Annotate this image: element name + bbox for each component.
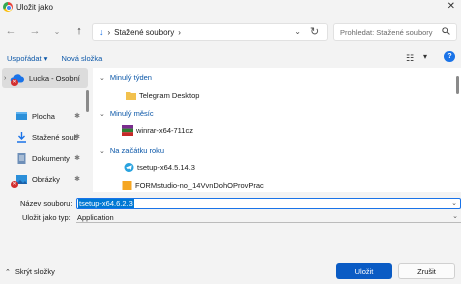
pin-icon[interactable]: ✱ [74, 112, 80, 120]
hide-folders-label: Skrýt složky [14, 267, 55, 276]
list-item[interactable]: winrar-x64-711cz [122, 125, 193, 136]
breadcrumb-downloads[interactable]: Stažené soubory [114, 28, 174, 37]
breadcrumb-chevron-icon[interactable]: › [108, 28, 111, 37]
close-icon[interactable]: ✕ [447, 1, 455, 12]
sidebar-item-pictures[interactable]: ✕ Obrázky ✱ [2, 169, 88, 189]
expand-chevron-icon[interactable]: › [4, 75, 6, 82]
sidebar-item-downloads[interactable]: Stažené soub ✱ [2, 127, 88, 147]
file-type-dropdown-icon[interactable]: ⌄ [452, 212, 458, 220]
winrar-archive-icon [122, 125, 133, 136]
sidebar-item-label: Plocha [32, 111, 55, 121]
group-header-last-week[interactable]: ⌄ Minulý týden [99, 73, 152, 82]
address-dropdown-icon[interactable]: ⌄ [294, 27, 301, 36]
pin-icon[interactable]: ✱ [74, 175, 80, 183]
navigation-pane: › ✕ Lucka - Osobní Plocha ✱ Stažené soub… [0, 68, 90, 192]
search-icon [442, 27, 450, 35]
error-badge-icon: ✕ [11, 181, 18, 188]
up-arrow-icon[interactable]: ↑ [71, 23, 87, 39]
help-icon[interactable]: ? [444, 51, 455, 62]
search-placeholder: Prohledat: Stažené soubory [340, 27, 433, 37]
recent-chevron-icon[interactable]: ⌄ [49, 23, 65, 39]
filename-dropdown-icon[interactable]: ⌄ [451, 199, 457, 207]
view-options-icon[interactable]: ☷ [406, 53, 414, 64]
save-button[interactable]: Uložit [336, 263, 392, 279]
organize-button[interactable]: Uspořádat ▾ [7, 54, 47, 63]
collapse-chevron-icon[interactable]: ⌄ [99, 74, 105, 82]
file-type-label: Uložit jako typ: [22, 213, 71, 222]
search-input[interactable]: Prohledat: Stažené soubory [333, 23, 457, 41]
sidebar-item-label: Dokumenty [32, 153, 70, 163]
error-badge-icon: ✕ [11, 79, 18, 86]
desktop-icon [16, 111, 27, 120]
hide-folders-toggle[interactable]: ⌃ Skrýt složky [5, 267, 55, 276]
sidebar-item-onedrive[interactable]: › ✕ Lucka - Osobní [2, 68, 88, 88]
download-arrow-icon: ↓ [99, 27, 104, 37]
breadcrumb-chevron-icon[interactable]: › [178, 28, 181, 37]
document-icon [17, 152, 26, 164]
sidebar-item-label: Lucka - Osobní [29, 73, 80, 83]
sidebar-item-documents[interactable]: Dokumenty ✱ [2, 148, 88, 168]
view-dropdown-icon[interactable]: ▾ [423, 52, 427, 61]
sidebar-item-label: Obrázky [32, 174, 60, 184]
filename-field[interactable]: tsetup-x64.6.2.3 ⌄ [76, 198, 461, 209]
chevron-up-icon: ⌃ [5, 268, 11, 276]
command-toolbar: Uspořádat ▾ Nová složka ☷ ▾ ? [0, 48, 461, 68]
filename-label: Název souboru: [20, 199, 73, 208]
filename-value[interactable]: tsetup-x64.6.2.3 [78, 199, 134, 208]
back-arrow-icon[interactable]: ← [3, 23, 19, 39]
address-bar[interactable]: ↓ › Stažené soubory › ⌄ [92, 23, 328, 41]
chrome-app-icon [3, 2, 13, 12]
sidebar-item-label: Stažené soub [32, 132, 78, 142]
collapse-chevron-icon[interactable]: ⌄ [99, 110, 105, 118]
window-title: Uložit jako [16, 2, 53, 12]
telegram-icon [124, 163, 134, 172]
file-type-value: Application [77, 212, 114, 222]
folder-icon [126, 92, 136, 100]
download-icon [17, 131, 26, 143]
forward-arrow-icon[interactable]: → [27, 23, 43, 39]
list-item[interactable]: FORMstudio-no_14VvnDohOProvPrac [122, 181, 264, 190]
group-header-start-of-year[interactable]: ⌄ Na začátku roku [99, 146, 164, 155]
pin-icon[interactable]: ✱ [74, 154, 80, 162]
new-folder-button[interactable]: Nová složka [61, 54, 102, 63]
file-type-select[interactable]: Application ⌄ [76, 212, 461, 223]
pin-icon[interactable]: ✱ [74, 133, 80, 141]
sidebar-item-desktop[interactable]: Plocha ✱ [2, 106, 88, 126]
list-item[interactable]: tsetup-x64.5.14.3 [124, 163, 195, 172]
refresh-icon[interactable]: ↻ [310, 25, 319, 38]
navigation-bar: ← → ⌄ ↑ ↓ › Stažené soubory › ⌄ ↻ Prohle… [0, 14, 461, 48]
group-header-last-month[interactable]: ⌄ Minulý měsíc [99, 109, 154, 118]
cancel-button[interactable]: Zrušit [398, 263, 455, 279]
sidebar-scrollbar[interactable] [86, 90, 89, 112]
file-list: ⌄ Minulý týden Telegram Desktop ⌄ Minulý… [93, 68, 461, 192]
formstudio-icon [122, 181, 132, 190]
collapse-chevron-icon[interactable]: ⌄ [99, 147, 105, 155]
file-list-scrollbar[interactable] [456, 76, 459, 94]
title-bar: Uložit jako ✕ [0, 0, 461, 14]
list-item[interactable]: Telegram Desktop [126, 91, 199, 100]
save-fields: Název souboru: tsetup-x64.6.2.3 ⌄ Uložit… [0, 192, 461, 228]
